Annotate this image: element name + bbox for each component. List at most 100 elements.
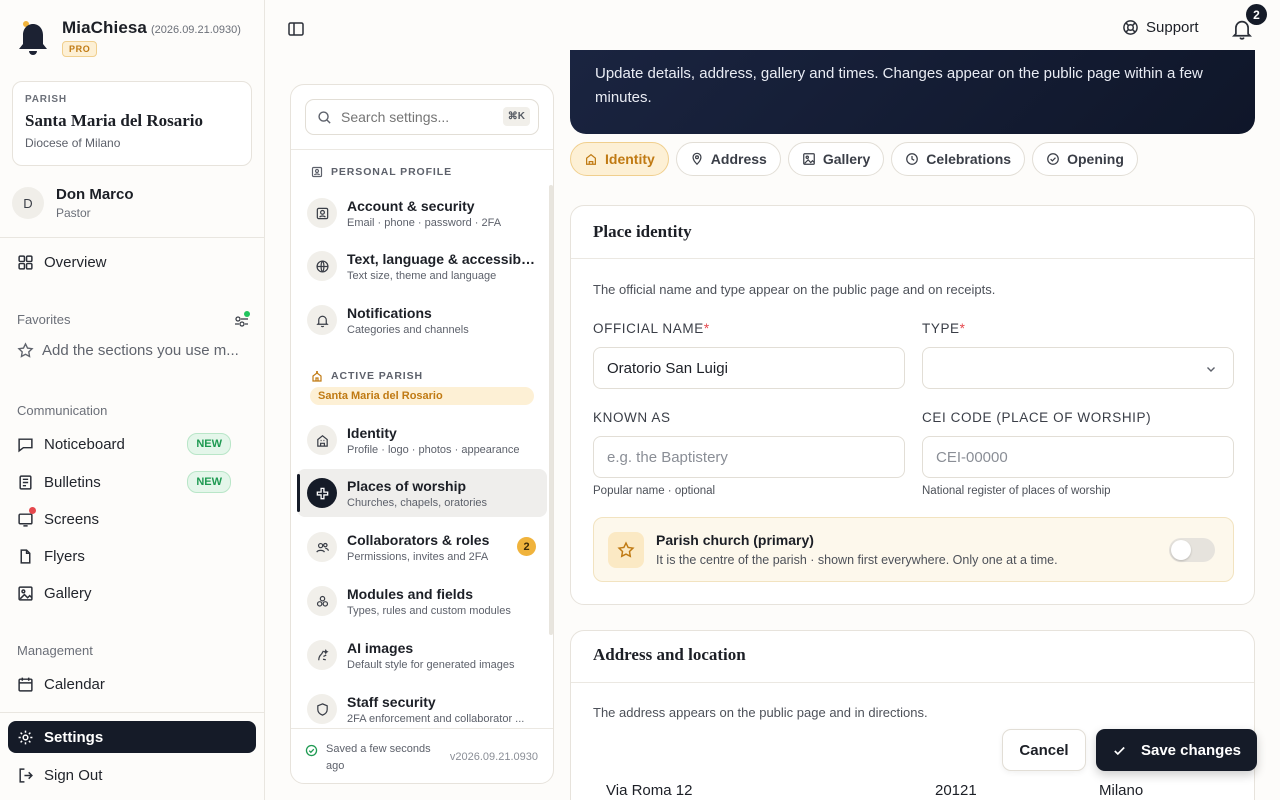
settings-item-places-of-worship[interactable]: Places of worship Churches, chapels, orat… — [297, 469, 547, 517]
zip-field[interactable]: 20121 — [935, 782, 977, 799]
item-subtitle: Categories and channels — [347, 323, 469, 336]
management-title: Management — [17, 643, 93, 658]
save-status-text: Saved a few seconds ago — [326, 743, 431, 772]
user-profile[interactable]: D Don Marco Pastor — [12, 186, 134, 220]
type-select[interactable] — [922, 347, 1234, 389]
parish-switcher[interactable]: PARISH Santa Maria del Rosario Diocese o… — [12, 81, 252, 166]
sidebar-toggle-icon[interactable] — [286, 19, 306, 39]
item-subtitle: Email · phone · password · 2FA — [347, 216, 502, 229]
settings-item-language[interactable]: Text, language & accessibil... Text size,… — [297, 242, 547, 290]
personal-profile-title: PERSONAL PROFILE — [331, 166, 452, 178]
save-button[interactable]: Save changes — [1096, 729, 1257, 771]
new-badge: NEW — [187, 433, 231, 455]
item-title: Staff security — [347, 693, 436, 710]
nav-screens[interactable]: Screens — [8, 503, 256, 535]
settings-item-identity[interactable]: Identity Profile · logo · photos · appear… — [297, 416, 547, 464]
sparkle-hand-icon — [317, 648, 329, 660]
street-field[interactable]: Via Roma 12 — [606, 782, 692, 799]
official-name-label: OFFICIAL NAME* — [593, 321, 710, 336]
primary-church-title: Parish church (primary) — [656, 532, 814, 548]
notifications-count: 2 — [1246, 4, 1267, 25]
tab-label: Gallery — [822, 151, 871, 167]
primary-church-toggle[interactable] — [1169, 538, 1215, 562]
item-subtitle: Default style for generated images — [347, 658, 515, 671]
clock-icon — [906, 153, 919, 165]
item-title: Notifications — [347, 304, 432, 321]
divider — [0, 237, 265, 238]
card-description: The official name and type appear on the… — [593, 282, 996, 297]
image-icon — [802, 153, 815, 165]
known-as-label: KNOWN AS — [593, 410, 671, 425]
tab-address[interactable]: Address — [675, 142, 781, 176]
item-title: AI images — [347, 639, 414, 656]
nav-overview[interactable]: Overview — [8, 246, 256, 278]
nav-noticeboard-label: Noticeboard — [44, 435, 125, 453]
grid-icon — [18, 254, 33, 270]
section-tabs: Identity Address Gallery Celebrations Op… — [570, 142, 1138, 176]
settings-item-staff-security[interactable]: Staff security 2FA enforcement and collab… — [297, 685, 547, 733]
app: MiaChiesa (2026.09.21.0930) PRO PARISH Sa… — [0, 0, 1280, 800]
image-icon — [18, 585, 33, 601]
nav-calendar[interactable]: Calendar — [8, 668, 256, 700]
app-name: MiaChiesa — [62, 18, 147, 37]
favorites-hint[interactable]: Add the sections you use m... — [17, 342, 239, 359]
map-pin-icon — [692, 152, 702, 166]
gear-icon — [18, 730, 33, 744]
divider — [571, 682, 1254, 683]
shortcut-hint: ⌘K — [502, 107, 530, 126]
card-title: Place identity — [593, 222, 692, 241]
active-parish-chip: Santa Maria del Rosario — [310, 387, 534, 405]
item-subtitle: Text size, theme and language — [347, 269, 497, 282]
cei-code-field[interactable]: CEI-00000 — [922, 436, 1234, 478]
search-input[interactable] — [341, 109, 491, 125]
nav-flyers[interactable]: Flyers — [8, 540, 256, 572]
nav-settings[interactable]: Settings — [8, 721, 256, 753]
support-button[interactable]: Support — [1122, 19, 1199, 36]
parish-tag: PARISH — [25, 94, 67, 105]
cancel-button[interactable]: Cancel — [1002, 729, 1086, 771]
parish-diocese: Diocese of Milano — [25, 136, 121, 150]
manage-favorites-icon[interactable] — [233, 310, 251, 328]
document-icon — [19, 474, 32, 490]
nav-calendar-label: Calendar — [44, 675, 105, 693]
favorites-hint-label: Add the sections you use m... — [42, 342, 239, 359]
active-parish-title: ACTIVE PARISH — [331, 370, 424, 382]
users-icon — [315, 542, 329, 552]
item-title: Collaborators & roles — [347, 531, 490, 548]
nav-gallery[interactable]: Gallery — [8, 577, 256, 609]
tab-celebrations[interactable]: Celebrations — [891, 142, 1026, 176]
tab-identity[interactable]: Identity — [570, 142, 669, 176]
official-name-field[interactable]: Oratorio San Luigi — [593, 347, 905, 389]
support-label: Support — [1146, 19, 1199, 36]
card-title: Address and location — [593, 645, 746, 664]
personal-profile-header: PERSONAL PROFILE — [311, 166, 452, 178]
item-title: Modules and fields — [347, 585, 474, 602]
cei-code-placeholder: CEI-00000 — [936, 448, 1008, 466]
settings-item-ai-images[interactable]: AI images Default style for generated ima… — [297, 631, 547, 679]
tab-label: Identity — [605, 151, 655, 167]
active-parish-header: ACTIVE PARISH — [311, 370, 423, 382]
tab-opening[interactable]: Opening — [1032, 142, 1138, 176]
globe-icon — [315, 259, 329, 273]
nav-sign-out[interactable]: Sign Out — [8, 759, 256, 791]
hero-text: Update details, address, gallery and tim… — [595, 65, 1203, 106]
nav-overview-label: Overview — [44, 253, 107, 271]
building-icon — [316, 434, 328, 447]
sidebar: MiaChiesa (2026.09.21.0930) PRO PARISH Sa… — [0, 0, 265, 800]
settings-menu: ⌘K PERSONAL PROFILE Account & security Em… — [290, 84, 554, 784]
settings-item-collaborators[interactable]: Collaborators & roles Permissions, invite… — [297, 523, 547, 571]
scrollbar[interactable] — [549, 185, 553, 635]
nav-flyers-label: Flyers — [44, 547, 85, 565]
settings-item-account-security[interactable]: Account & security Email · phone · passwo… — [297, 189, 547, 237]
parish-name: Santa Maria del Rosario — [25, 111, 204, 130]
city-field[interactable]: Milano — [1099, 782, 1143, 799]
tab-gallery[interactable]: Gallery — [787, 142, 885, 176]
known-as-field[interactable]: e.g. the Baptistery — [593, 436, 905, 478]
settings-item-notifications[interactable]: Notifications Categories and channels — [297, 296, 547, 344]
user-card-icon — [316, 207, 328, 219]
settings-item-modules[interactable]: Modules and fields Types, rules and custo… — [297, 577, 547, 625]
settings-search[interactable]: ⌘K — [305, 99, 539, 135]
check-icon — [1114, 746, 1125, 755]
form-actions: Cancel Save changes — [1002, 729, 1257, 771]
save-status: Saved a few seconds ago — [305, 741, 441, 775]
